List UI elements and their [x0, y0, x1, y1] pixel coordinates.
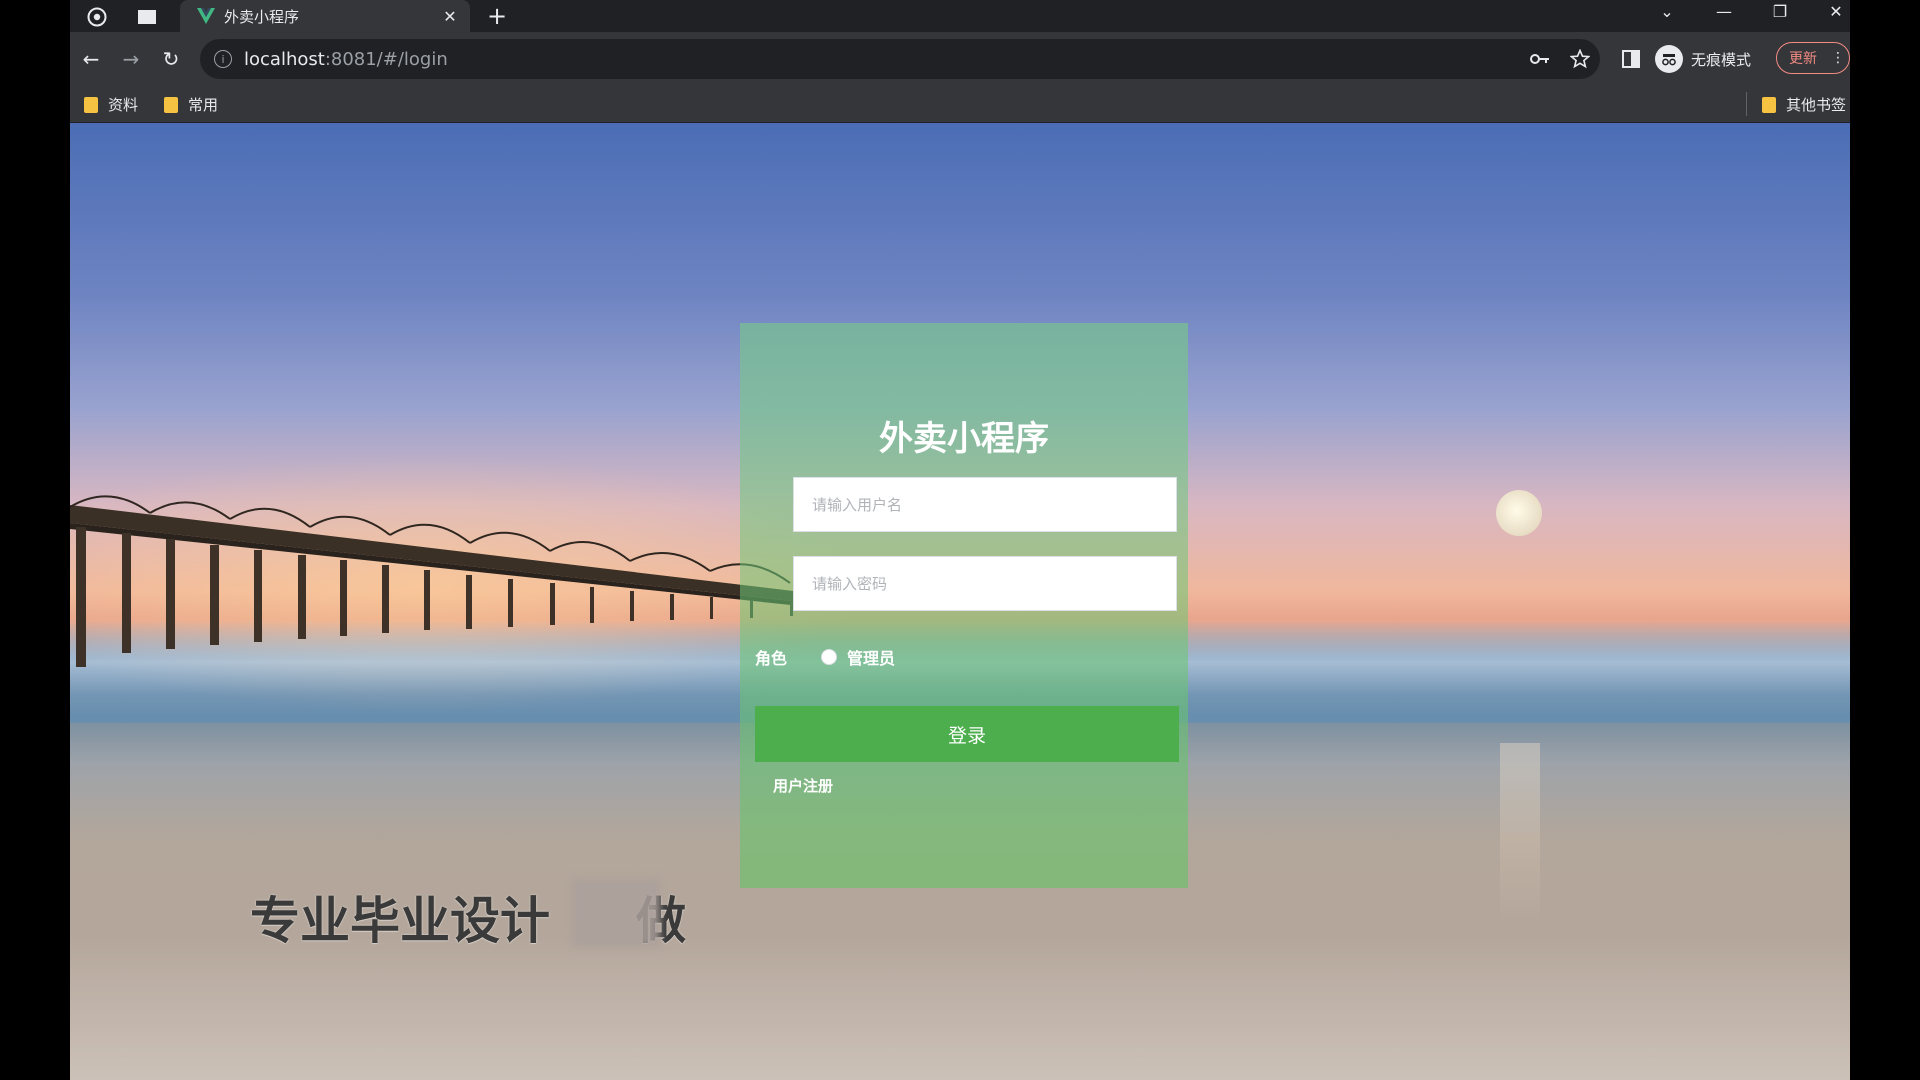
username-input[interactable]: [794, 478, 1176, 531]
star-icon[interactable]: [1570, 39, 1590, 79]
role-label: 角色: [755, 649, 788, 668]
watermark-main: 专业毕业设计: [250, 892, 550, 950]
tab-login[interactable]: 外卖小程序 ✕: [180, 0, 470, 32]
other-bookmarks[interactable]: 其他书签: [1762, 94, 1846, 115]
close-window-icon[interactable]: ✕: [1819, 2, 1853, 21]
watermark-blur: [572, 879, 660, 947]
sidebar-icon[interactable]: [1618, 46, 1644, 72]
password-input[interactable]: [794, 557, 1176, 610]
incognito-icon: [1655, 45, 1683, 73]
role-selector: 角色 管理员: [755, 645, 895, 669]
restore-icon[interactable]: ❐: [1763, 2, 1797, 21]
tab-strip: 外卖小程序 ✕ + ⌄ — ❐ ✕: [70, 0, 1850, 32]
register-link[interactable]: 用户注册: [773, 775, 833, 796]
menu-icon[interactable]: ⋮: [1831, 50, 1845, 66]
tab-close-icon[interactable]: ✕: [440, 7, 460, 26]
incognito-indicator[interactable]: 无痕模式: [1655, 40, 1751, 78]
bookmark-separator: [1746, 92, 1747, 116]
site-info-icon[interactable]: i: [214, 50, 232, 68]
new-tab-button[interactable]: +: [483, 2, 511, 30]
incognito-label: 无痕模式: [1691, 50, 1752, 69]
role-radio-admin[interactable]: [821, 649, 838, 665]
background-moon-reflection: [1500, 743, 1540, 923]
folder-icon: [84, 96, 98, 113]
back-icon[interactable]: ←: [78, 46, 104, 72]
url-host: localhost: [244, 48, 325, 70]
window-icon[interactable]: [134, 4, 160, 30]
url-path: :8081/#/login: [324, 48, 448, 70]
login-button[interactable]: 登录: [755, 706, 1179, 762]
role-option-label[interactable]: 管理员: [847, 645, 895, 669]
bookmark-folder-ziliao[interactable]: 资料: [84, 94, 138, 115]
browser-toolbar: ← → ↻ i localhost:8081/#/login 无痕模式 更新 ⋮: [70, 32, 1850, 86]
update-button[interactable]: 更新 ⋮: [1776, 42, 1850, 74]
bookmark-label: 资料: [108, 96, 139, 114]
login-card: 外卖小程序 角色 管理员 登录 用户注册: [740, 323, 1188, 888]
page-viewport: 外卖小程序 角色 管理员 登录 用户注册 专业毕业设计做: [70, 123, 1850, 1080]
tab-title: 外卖小程序: [224, 7, 300, 26]
forward-icon[interactable]: →: [118, 46, 144, 72]
other-bookmarks-label: 其他书签: [1786, 96, 1847, 114]
login-title: 外卖小程序: [879, 419, 1049, 459]
password-field[interactable]: [793, 556, 1177, 611]
address-bar[interactable]: i localhost:8081/#/login: [200, 39, 1600, 79]
background-moon: [1496, 490, 1542, 536]
bookmarks-bar: 资料 常用 其他书签: [70, 86, 1850, 123]
browser-window: 外卖小程序 ✕ + ⌄ — ❐ ✕ ← → ↻ i localhost:8081…: [70, 0, 1850, 1080]
folder-icon: [1762, 96, 1776, 113]
url-text[interactable]: localhost:8081/#/login: [244, 49, 448, 70]
tab-search-icon[interactable]: ⌄: [1650, 2, 1684, 21]
reload-icon[interactable]: ↻: [158, 46, 184, 72]
folder-icon: [164, 96, 178, 113]
username-field[interactable]: [793, 477, 1177, 532]
update-label: 更新: [1789, 51, 1817, 67]
chrome-logo-icon[interactable]: [84, 4, 110, 30]
bookmark-label: 常用: [188, 96, 219, 114]
vue-logo-icon: [197, 8, 215, 24]
bookmark-folder-changyong[interactable]: 常用: [164, 94, 218, 115]
key-icon[interactable]: [1530, 39, 1550, 79]
minimize-icon[interactable]: —: [1707, 2, 1741, 21]
